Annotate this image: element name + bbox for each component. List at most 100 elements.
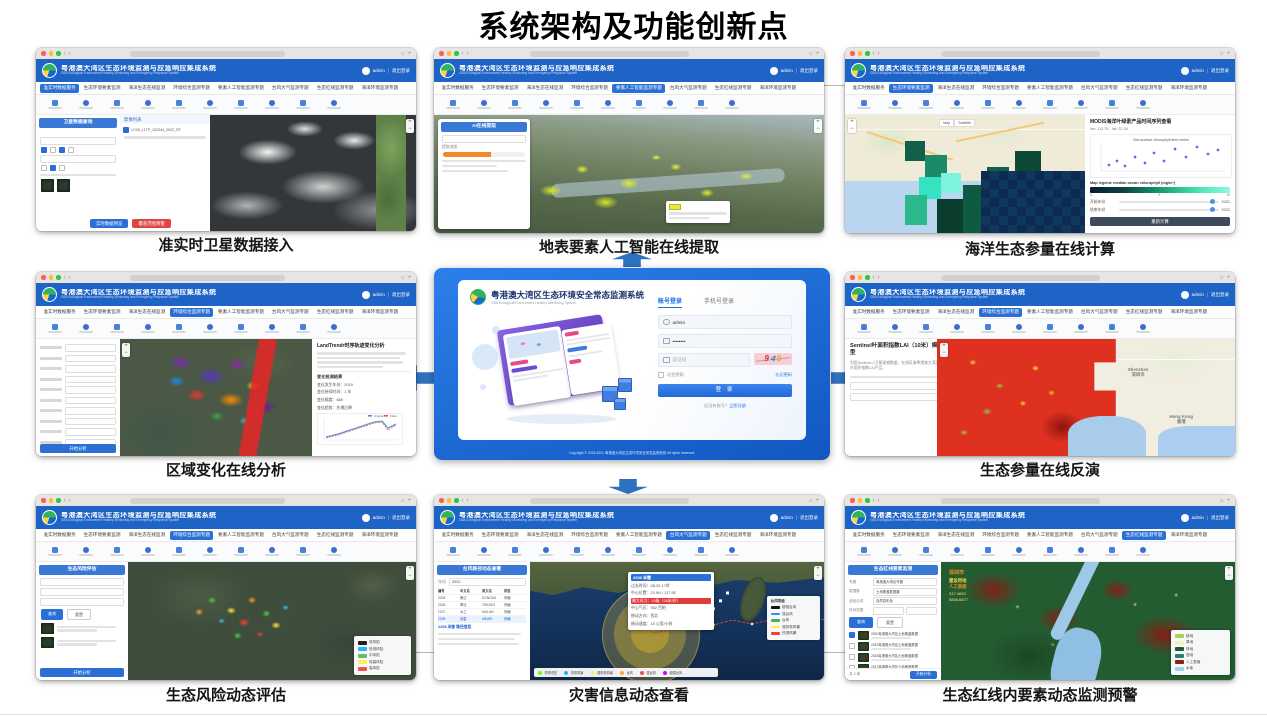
feature-icon[interactable] — [1012, 547, 1026, 557]
dataset-select[interactable] — [40, 588, 124, 596]
traffic-light-icon[interactable] — [865, 275, 870, 280]
slider-knob[interactable] — [1210, 199, 1215, 204]
nav-tab[interactable]: 台风大气监测专题 — [1077, 84, 1121, 93]
forgot-password-link[interactable]: 忘记密码 — [775, 372, 792, 378]
nav-tab[interactable]: 海洋生态在线监测 — [934, 531, 978, 540]
table-row[interactable]: 2206翠丝TRASES停编 — [438, 602, 526, 609]
nav-forward-icon[interactable]: › — [69, 498, 71, 504]
feature-icon[interactable] — [79, 324, 93, 334]
feature-icon[interactable] — [234, 547, 248, 557]
list-item[interactable]: LC08_L1TP_122044_2022_RT — [123, 127, 207, 133]
user-avatar-icon[interactable] — [770, 67, 778, 75]
coverage-alert-button[interactable]: 覆盖范围预警 — [132, 219, 170, 228]
nav-tab[interactable]: 生态红线监测专题 — [711, 531, 755, 540]
feature-icon[interactable] — [1074, 547, 1088, 557]
end-year-slider[interactable]: 结束年份 2022 — [1090, 208, 1230, 213]
item-checkbox[interactable] — [849, 654, 855, 660]
slider-track[interactable] — [1119, 201, 1219, 203]
user-avatar-icon[interactable] — [1181, 514, 1189, 522]
dataset-item[interactable]: 2020粤港澳大湾区土地覆盖数据 — [849, 631, 937, 640]
nav-back-icon[interactable]: ‹ — [64, 275, 66, 281]
nav-tab[interactable]: 准实时数据服务 — [438, 84, 477, 93]
nav-tab[interactable]: 环境综合监测专题 — [170, 308, 214, 317]
logout-link[interactable]: 退出登录 — [1211, 292, 1229, 298]
table-row[interactable]: 2205桑达SONGDA停编 — [438, 595, 526, 602]
region-select[interactable] — [850, 393, 942, 401]
new-tab-icon[interactable]: + — [1226, 498, 1230, 504]
nav-tab[interactable]: 生态环境要素监测 — [889, 84, 933, 93]
share-icon[interactable]: ⌂ — [1220, 498, 1224, 504]
nav-tab[interactable]: 海洋环境监测专题 — [358, 84, 402, 93]
feature-icon[interactable] — [950, 100, 964, 110]
traffic-light-icon[interactable] — [56, 275, 61, 280]
feature-icon[interactable] — [203, 100, 217, 110]
nav-tab[interactable]: 生态红线监测专题 — [1122, 84, 1166, 93]
nav-tab[interactable]: 要素人工智能监测专题 — [612, 531, 665, 540]
param-row[interactable] — [40, 386, 116, 394]
feature-icon[interactable] — [327, 547, 341, 557]
dataset-select[interactable] — [40, 137, 116, 145]
nav-tab[interactable]: 准实时数据服务 — [849, 84, 888, 93]
lai-map[interactable]: Shenzhen深圳市 Hong Kong香港 +− — [937, 339, 1235, 456]
dataset-item[interactable]: 2019粤港澳大湾区土地覆盖数据 — [849, 642, 937, 651]
feature-icon[interactable] — [1074, 100, 1088, 110]
feature-icon[interactable] — [725, 100, 739, 110]
traffic-light-icon[interactable] — [850, 275, 855, 280]
start-year-slider[interactable]: 开始年份 2021 — [1090, 200, 1230, 205]
reset-button[interactable]: 重置 — [877, 617, 903, 628]
address-bar[interactable] — [530, 498, 690, 504]
nav-back-icon[interactable]: ‹ — [462, 498, 464, 504]
nav-forward-icon[interactable]: › — [69, 275, 71, 281]
feature-icon[interactable] — [327, 324, 341, 334]
nav-tab[interactable]: 海洋环境监测专题 — [756, 84, 800, 93]
address-bar[interactable] — [130, 51, 285, 57]
param-row[interactable] — [40, 355, 116, 363]
nav-tab[interactable]: 台风大气监测专题 — [666, 531, 710, 540]
map-toggle-option[interactable]: Map — [939, 119, 954, 127]
logout-link[interactable]: 退出登录 — [1211, 68, 1229, 74]
feature-icon[interactable] — [141, 547, 155, 557]
feature-icon[interactable] — [950, 324, 964, 334]
preview-thumbnails[interactable] — [41, 179, 115, 192]
feature-icon[interactable] — [265, 100, 279, 110]
traffic-light-icon[interactable] — [454, 51, 459, 56]
param-row[interactable] — [40, 344, 116, 352]
nav-tab[interactable]: 生态环境要素监测 — [80, 531, 124, 540]
traffic-light-icon[interactable] — [865, 498, 870, 503]
captcha-image[interactable]: 940 — [754, 353, 792, 365]
dataset-item[interactable]: 2018粤港澳大湾区土地覆盖数据 — [849, 653, 937, 662]
traffic-light-icon[interactable] — [858, 498, 863, 503]
nav-tab[interactable]: 准实时数据服务 — [438, 531, 477, 540]
nav-tab[interactable]: 台风大气监测专题 — [666, 84, 710, 93]
feature-icon[interactable] — [203, 547, 217, 557]
feature-icon[interactable] — [296, 100, 310, 110]
option-checkboxes[interactable] — [41, 165, 115, 171]
new-tab-icon[interactable]: + — [407, 51, 411, 57]
feature-icon[interactable] — [79, 100, 93, 110]
typhoon-popup[interactable]: 2208 米雷 过去时间：08-25 17时中心位置：23.5N / 117.5… — [628, 572, 714, 630]
feature-icon[interactable] — [919, 100, 933, 110]
feature-icon[interactable] — [1105, 100, 1119, 110]
feature-icon[interactable] — [1136, 324, 1150, 334]
user-avatar-icon[interactable] — [1181, 67, 1189, 75]
feature-icon[interactable] — [1074, 324, 1088, 334]
user-avatar-icon[interactable] — [362, 291, 370, 299]
share-icon[interactable]: ⌂ — [401, 275, 405, 281]
param-row[interactable] — [40, 376, 116, 384]
nav-tab[interactable]: 海洋生态在线监测 — [934, 308, 978, 317]
nav-back-icon[interactable]: ‹ — [64, 51, 66, 57]
feature-icon[interactable] — [1012, 324, 1026, 334]
nav-tab[interactable]: 环境综合监测专题 — [979, 531, 1023, 540]
nav-forward-icon[interactable]: › — [878, 51, 880, 57]
new-tab-icon[interactable]: + — [815, 498, 819, 504]
feature-icon[interactable] — [857, 100, 871, 110]
feature-icon[interactable] — [265, 324, 279, 334]
feature-icon[interactable] — [981, 547, 995, 557]
feature-icon[interactable] — [1043, 547, 1057, 557]
nav-tab[interactable]: 要素人工智能监测专题 — [214, 84, 267, 93]
table-row[interactable]: 2208米雷MEARI停编 — [438, 616, 526, 623]
nav-tab[interactable]: 生态环境要素监测 — [889, 531, 933, 540]
analyze-button[interactable]: 开始分析 — [910, 671, 937, 679]
nav-tab[interactable]: 台风大气监测专题 — [1077, 531, 1121, 540]
table-row[interactable]: 2207木兰MULAN停编 — [438, 609, 526, 616]
